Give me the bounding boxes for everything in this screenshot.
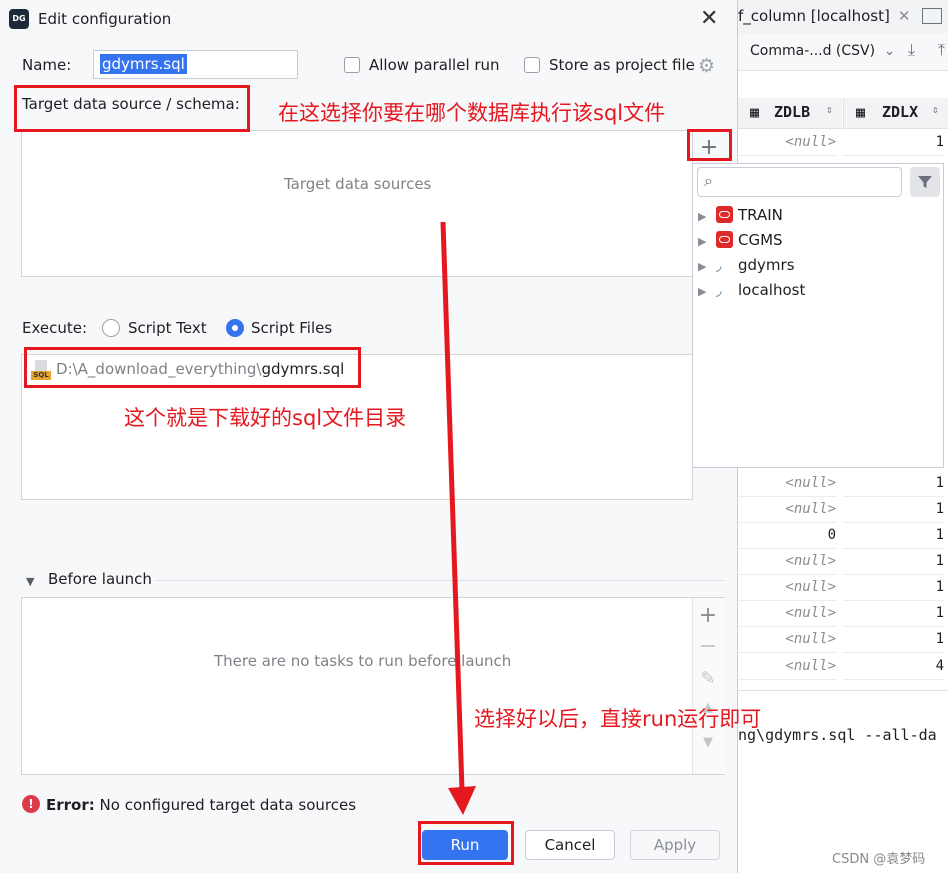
annotation-arrow xyxy=(440,221,476,815)
